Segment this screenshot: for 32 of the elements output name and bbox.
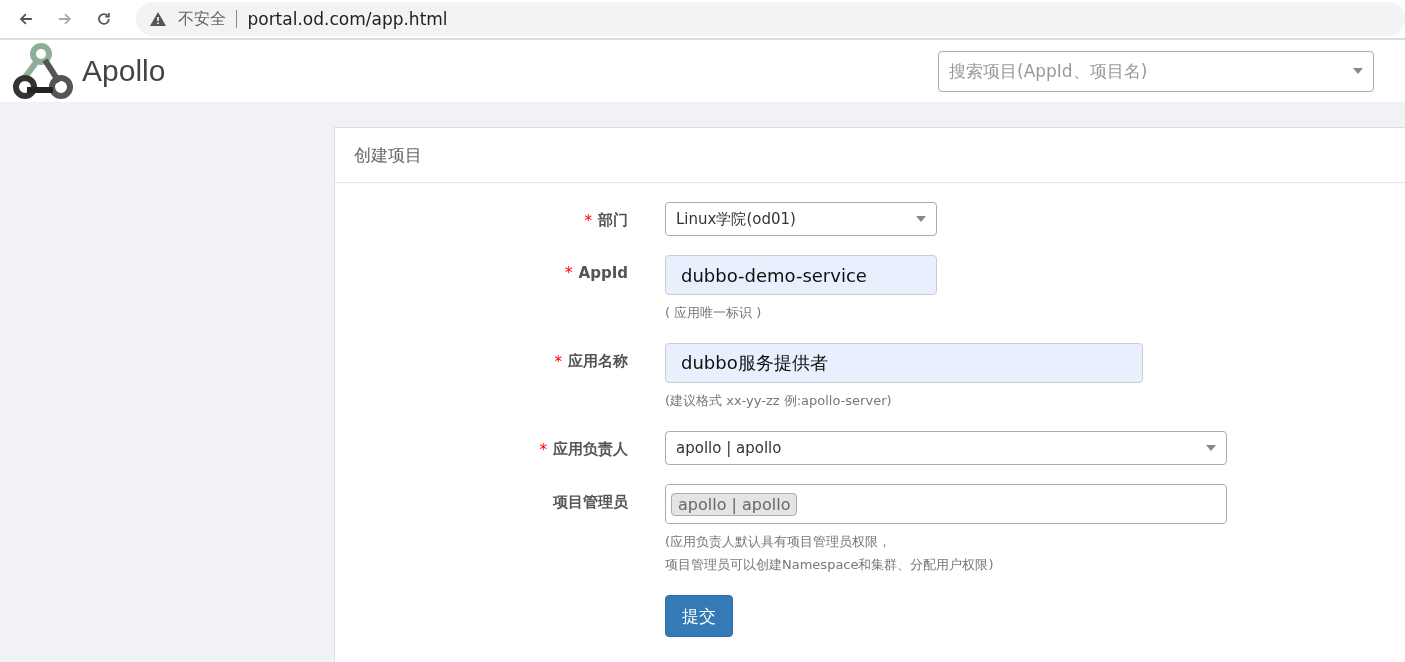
caret-icon	[1353, 68, 1363, 74]
field-label: 应用名称	[568, 352, 628, 371]
required-asterisk: *	[565, 264, 573, 282]
back-icon[interactable]	[18, 11, 34, 27]
help-text: ( 应用唯一标识 )	[665, 304, 763, 322]
address-bar[interactable]: 不安全 portal.od.com/app.html	[136, 2, 1405, 36]
logo-text: Apollo	[82, 54, 166, 88]
field-label: 项目管理员	[553, 493, 628, 512]
required-asterisk: *	[584, 211, 592, 230]
field-label: AppId	[578, 264, 628, 282]
field-label: 应用负责人	[553, 440, 628, 459]
required-asterisk: *	[554, 352, 562, 371]
logo-icon	[12, 42, 74, 100]
panel-title: 创建项目	[354, 143, 422, 167]
select-field[interactable]: Linux学院(od01)	[665, 202, 937, 236]
caret-icon	[916, 216, 926, 222]
help-text: (应用负责人默认具有项目管理员权限，	[665, 533, 893, 551]
help-text: (建议格式 xx-yy-zz 例:apollo-server)	[665, 392, 893, 410]
url-text: portal.od.com/app.html	[247, 9, 448, 29]
help-text: 项目管理员可以创建Namespace和集群、分配用户权限)	[665, 556, 995, 574]
field-label: 部门	[598, 211, 628, 230]
security-label: 不安全	[178, 8, 227, 30]
reload-icon[interactable]	[95, 11, 112, 27]
select-field[interactable]: apollo | apollo	[665, 431, 1227, 465]
tag-input-field[interactable]: apollo | apollo	[665, 484, 1227, 524]
caret-icon	[1206, 445, 1216, 451]
input-field[interactable]: dubbo服务提供者	[665, 343, 1143, 383]
user-tag[interactable]: apollo | apollo	[671, 492, 798, 516]
submit-button[interactable]: 提交	[665, 595, 733, 637]
required-asterisk: *	[539, 440, 547, 459]
input-field[interactable]: dubbo-demo-service	[665, 255, 937, 295]
warning-icon	[150, 12, 167, 26]
